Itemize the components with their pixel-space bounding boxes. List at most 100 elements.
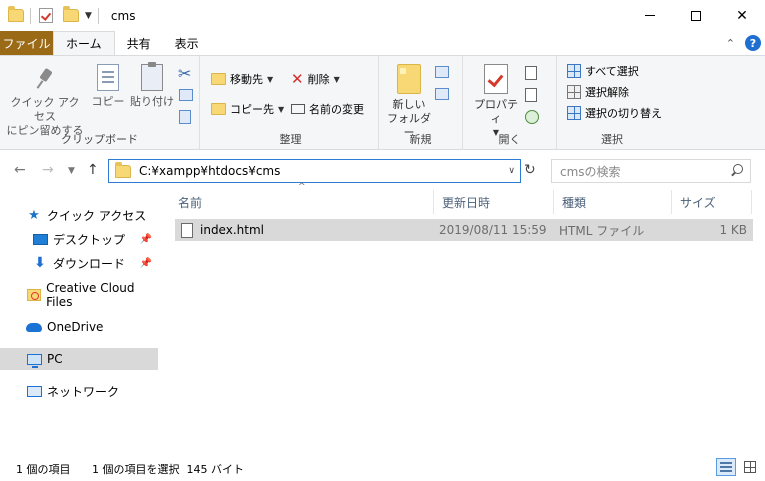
column-label: 更新日時 bbox=[442, 195, 491, 210]
desktop-icon bbox=[32, 233, 48, 245]
new-folder-button[interactable]: 新しい フォルダー bbox=[383, 64, 435, 140]
close-button[interactable]: ✕ bbox=[719, 0, 765, 31]
paste-button[interactable]: 貼り付け bbox=[130, 62, 174, 109]
move-to-button[interactable]: 移動先 ▼ bbox=[211, 68, 273, 90]
organize-group: 移動先 ▼ コピー先 ▼ ✕ 削除 ▼ 名前の変更 整理 bbox=[203, 56, 379, 150]
table-row[interactable]: index.html 2019/08/11 15:59 HTML ファイル 1 … bbox=[175, 219, 753, 241]
invert-selection-button[interactable]: 選択の切り替え bbox=[567, 102, 662, 124]
details-view-button[interactable] bbox=[716, 458, 736, 476]
help-icon[interactable]: ? bbox=[745, 35, 761, 51]
properties-button[interactable]: プロパティ ▼ bbox=[469, 64, 523, 140]
network-icon bbox=[26, 385, 42, 397]
title-bar: ▼ cms ✕ bbox=[0, 0, 765, 31]
nav-item-desktop[interactable]: デスクトップ 📌 bbox=[0, 228, 158, 250]
forward-arrow-icon[interactable]: → bbox=[42, 162, 54, 178]
open-group-label: 開く bbox=[498, 133, 521, 146]
window-title: cms bbox=[110, 8, 136, 23]
column-label: 名前 bbox=[178, 195, 203, 210]
move-to-dropdown-icon: ▼ bbox=[267, 74, 274, 84]
copy-to-dropdown-icon: ▼ bbox=[278, 104, 285, 114]
copy-to-label: コピー先 bbox=[230, 103, 274, 116]
rename-icon bbox=[291, 104, 305, 114]
new-folder-quick-icon[interactable] bbox=[63, 6, 79, 22]
status-bar: 1 個の項目 1 個の項目を選択 145 バイト bbox=[0, 452, 765, 481]
new-group: 新しい フォルダー 新規 bbox=[379, 56, 463, 150]
clipboard-group-label: クリップボード bbox=[61, 133, 138, 146]
download-icon: ⬇ bbox=[34, 255, 46, 271]
quick-access-toolbar: ▼ bbox=[0, 0, 105, 31]
ribbon: クイック アクセス にピン留めする コピー 貼り付け ✂ クリップボード 移動先… bbox=[0, 55, 765, 150]
up-arrow-icon[interactable]: ↑ bbox=[87, 162, 99, 178]
minimize-button[interactable] bbox=[627, 0, 673, 31]
maximize-button[interactable] bbox=[673, 0, 719, 31]
easy-access-icon[interactable] bbox=[435, 88, 449, 100]
tab-home[interactable]: ホーム bbox=[53, 31, 115, 55]
ribbon-tabs: ファイル ホーム 共有 表示 ⌃ ? bbox=[0, 31, 765, 55]
toolbar-separator bbox=[30, 7, 31, 24]
column-header-modified[interactable]: 更新日時 bbox=[434, 190, 554, 214]
select-all-button[interactable]: すべて選択 bbox=[567, 60, 639, 82]
new-item-icon[interactable] bbox=[435, 66, 449, 78]
maximize-icon bbox=[691, 10, 701, 21]
large-icons-view-icon bbox=[744, 461, 756, 473]
select-none-button[interactable]: 選択解除 bbox=[567, 81, 629, 103]
collapse-ribbon-chevron-up-icon[interactable]: ⌃ bbox=[726, 37, 735, 50]
recent-locations-chevron-icon[interactable]: ▼ bbox=[68, 166, 75, 176]
rename-button[interactable]: 名前の変更 bbox=[291, 98, 364, 120]
copy-label: コピー bbox=[91, 95, 125, 108]
nav-item-pc[interactable]: PC bbox=[0, 348, 158, 370]
search-box[interactable]: cmsの検索 bbox=[551, 159, 751, 183]
search-icon[interactable] bbox=[730, 164, 744, 178]
tab-share[interactable]: 共有 bbox=[115, 31, 163, 55]
column-label: 種類 bbox=[562, 195, 587, 210]
new-folder-icon bbox=[397, 64, 421, 94]
edit-icon[interactable] bbox=[525, 88, 537, 102]
html-file-icon bbox=[181, 222, 193, 238]
tab-file[interactable]: ファイル bbox=[0, 31, 53, 55]
file-name-cell[interactable]: index.html bbox=[181, 219, 264, 241]
move-to-label: 移動先 bbox=[230, 73, 263, 86]
item-count: 1 個の項目 bbox=[16, 463, 71, 476]
column-header-name[interactable]: 名前 bbox=[170, 190, 434, 214]
paste-icon bbox=[141, 62, 163, 91]
history-icon[interactable] bbox=[525, 110, 539, 124]
large-icons-view-button[interactable] bbox=[741, 458, 759, 476]
refresh-icon[interactable]: ↻ bbox=[524, 162, 536, 178]
customize-toolbar-chevron-icon[interactable]: ▼ bbox=[85, 11, 92, 21]
toolbar-separator bbox=[97, 7, 99, 24]
properties-icon bbox=[484, 64, 508, 94]
properties-quick-icon[interactable] bbox=[39, 8, 53, 23]
address-path[interactable]: C:¥xampp¥htdocs¥cms bbox=[139, 164, 280, 178]
new-folder-label-line1: 新しい bbox=[392, 98, 426, 111]
delete-label: 削除 bbox=[307, 73, 330, 86]
search-input[interactable]: cmsの検索 bbox=[560, 163, 621, 180]
nav-item-onedrive[interactable]: OneDrive bbox=[0, 316, 158, 338]
paste-label: 貼り付け bbox=[130, 95, 174, 108]
selection-info: 1 個の項目を選択 145 バイト bbox=[92, 463, 244, 476]
nav-item-downloads[interactable]: ⬇ ダウンロード 📌 bbox=[0, 252, 158, 274]
paste-shortcut-icon[interactable] bbox=[179, 110, 191, 124]
creative-cloud-folder-icon bbox=[26, 289, 41, 301]
select-group-label: 選択 bbox=[601, 133, 623, 146]
cut-icon[interactable]: ✂ bbox=[178, 64, 191, 83]
select-none-icon bbox=[567, 85, 581, 99]
copy-path-icon[interactable] bbox=[179, 89, 193, 101]
nav-item-network[interactable]: ネットワーク bbox=[0, 380, 158, 402]
copy-button[interactable]: コピー bbox=[90, 64, 126, 109]
tab-view[interactable]: 表示 bbox=[163, 31, 211, 55]
column-header-size[interactable]: サイズ bbox=[672, 190, 752, 214]
copy-to-button[interactable]: コピー先 ▼ bbox=[211, 98, 284, 120]
address-bar[interactable]: C:¥xampp¥htdocs¥cms ∨ bbox=[108, 159, 521, 183]
clipboard-group: クイック アクセス にピン留めする コピー 貼り付け ✂ クリップボード bbox=[0, 56, 200, 150]
delete-button[interactable]: ✕ 削除 ▼ bbox=[291, 68, 340, 90]
pin-to-quick-access-button[interactable]: クイック アクセス にピン留めする bbox=[6, 68, 84, 138]
nav-label: PC bbox=[47, 352, 63, 366]
nav-item-creative-cloud[interactable]: Creative Cloud Files bbox=[0, 281, 158, 309]
column-header-type[interactable]: 種類 bbox=[554, 190, 672, 214]
properties-label: プロパティ bbox=[474, 98, 518, 125]
nav-item-quick-access[interactable]: ★ クイック アクセス bbox=[0, 204, 158, 226]
open-icon[interactable] bbox=[525, 66, 537, 80]
back-arrow-icon[interactable]: ← bbox=[14, 162, 26, 178]
file-name: index.html bbox=[200, 223, 264, 237]
address-dropdown-chevron-icon[interactable]: ∨ bbox=[508, 166, 515, 176]
